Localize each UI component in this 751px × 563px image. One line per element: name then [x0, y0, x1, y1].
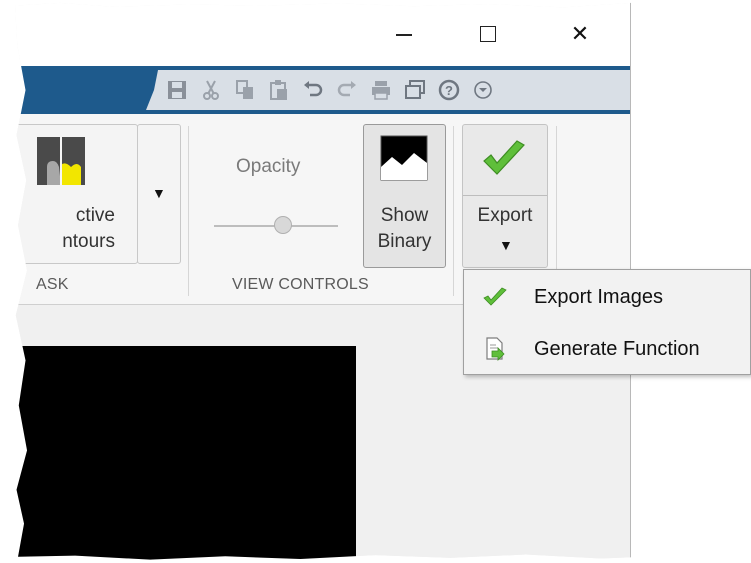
- active-contours-button[interactable]: ctive ntours: [15, 124, 138, 264]
- title-bar: ✕: [15, 2, 630, 66]
- show-binary-icon: [380, 135, 428, 181]
- paste-icon[interactable]: [262, 74, 296, 106]
- view-controls-section-label: VIEW CONTROLS: [232, 276, 369, 293]
- close-button[interactable]: ✕: [560, 14, 600, 54]
- export-button[interactable]: Export ▼: [462, 124, 548, 268]
- cut-icon[interactable]: [194, 74, 228, 106]
- window-icon[interactable]: [398, 74, 432, 106]
- export-menu: Export Images Generate Function: [463, 269, 751, 375]
- opacity-label: Opacity: [236, 156, 301, 177]
- help-icon[interactable]: ?: [432, 74, 466, 106]
- active-contours-icon: [37, 137, 85, 185]
- chevron-down-icon: ▼: [499, 237, 513, 253]
- generate-function-icon: [482, 336, 508, 362]
- show-binary-button[interactable]: Show Binary: [363, 124, 446, 268]
- undo-icon[interactable]: [296, 74, 330, 106]
- show-binary-label-line2: Binary: [377, 231, 432, 252]
- mask-dropdown-button[interactable]: ▼: [137, 124, 181, 264]
- copy-icon[interactable]: [228, 74, 262, 106]
- section-divider: [453, 126, 454, 296]
- minimize-icon: [396, 34, 412, 36]
- quick-access-toolbar: ?: [146, 70, 630, 110]
- active-contours-label-line2: ntours: [62, 231, 115, 252]
- section-divider: [188, 126, 189, 296]
- maximize-button[interactable]: [468, 14, 508, 54]
- show-binary-label-line1: Show: [380, 205, 429, 226]
- svg-text:?: ?: [445, 83, 453, 98]
- menu-item-export-images[interactable]: Export Images: [464, 272, 750, 322]
- export-split-line: [463, 195, 547, 196]
- check-icon: [482, 284, 508, 310]
- menu-item-label: Generate Function: [534, 337, 700, 360]
- print-icon[interactable]: [364, 74, 398, 106]
- maximize-icon: [480, 26, 496, 42]
- menu-item-generate-function[interactable]: Generate Function: [464, 324, 750, 374]
- redo-icon[interactable]: [330, 74, 364, 106]
- save-icon[interactable]: [160, 74, 194, 106]
- export-label: Export: [477, 205, 533, 226]
- image-view[interactable]: [15, 346, 356, 563]
- close-icon: ✕: [570, 21, 590, 46]
- active-contours-label-line1: ctive: [75, 205, 115, 226]
- chevron-down-icon: ▼: [152, 185, 166, 201]
- options-icon[interactable]: [466, 74, 500, 106]
- minimize-button[interactable]: [384, 14, 424, 54]
- mask-section-label: ASK: [36, 276, 69, 293]
- menu-item-label: Export Images: [534, 285, 663, 308]
- check-icon: [483, 140, 525, 175]
- screenshot-frame: ✕ ? ctive ntours ▼ ASK Opacity Show Bina…: [15, 2, 751, 563]
